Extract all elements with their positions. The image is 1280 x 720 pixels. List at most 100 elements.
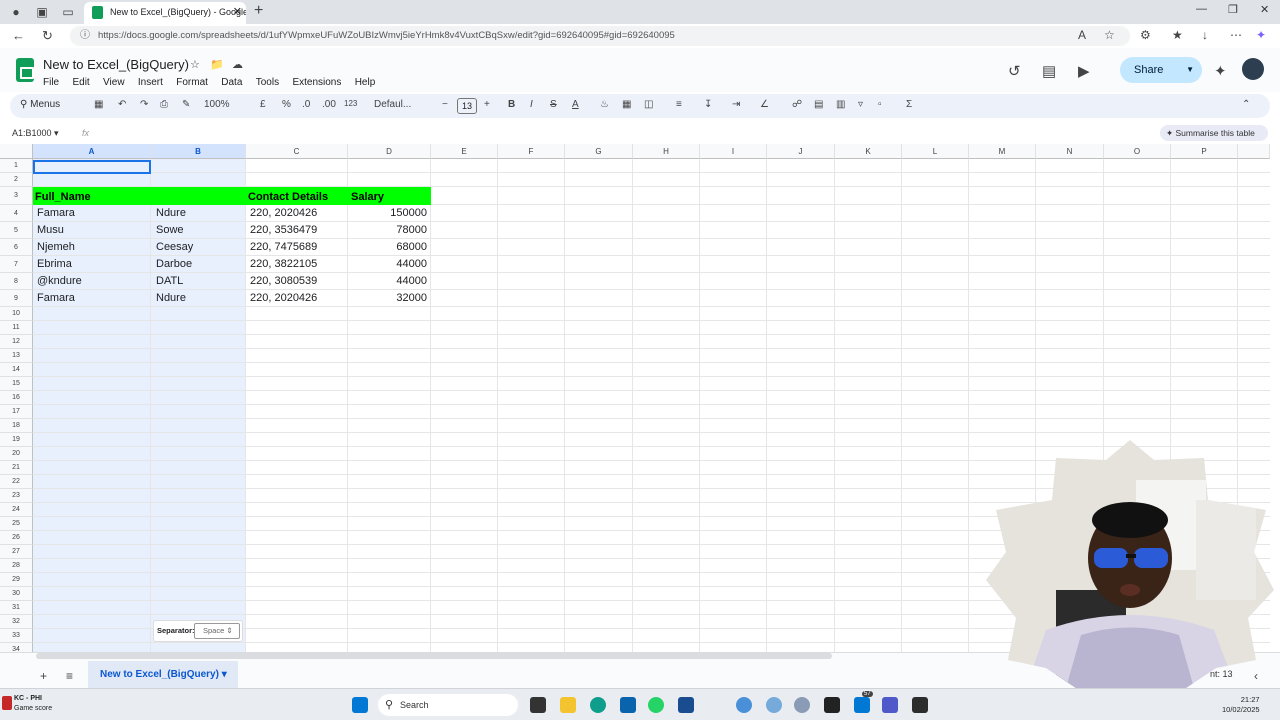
cell-b9[interactable]: Ndure xyxy=(154,290,244,307)
row-header-30[interactable]: 30 xyxy=(0,587,33,601)
bold-icon[interactable]: B xyxy=(508,99,515,110)
col-header-p[interactable]: P xyxy=(1171,144,1238,159)
sheet-tab-active[interactable]: New to Excel_(BigQuery) ▾ xyxy=(88,661,238,689)
valign-icon[interactable]: ↧ xyxy=(704,99,712,110)
col-header-f[interactable]: F xyxy=(498,144,565,159)
document-title[interactable]: New to Excel_(BigQuery) xyxy=(43,57,189,72)
cell-b8[interactable]: DATL xyxy=(154,273,244,290)
cell-d6[interactable]: 68000 xyxy=(351,239,429,256)
select-all-corner[interactable] xyxy=(0,144,33,159)
row-header-10[interactable]: 10 xyxy=(0,307,33,321)
col-header-m[interactable]: M xyxy=(969,144,1036,159)
increase-decimal-button[interactable]: .00 xyxy=(322,99,336,110)
widget-game-score[interactable]: KC - PHI Game score xyxy=(14,694,52,714)
row-header-23[interactable]: 23 xyxy=(0,489,33,503)
star-icon[interactable]: ☆ xyxy=(190,58,200,71)
cell-a5[interactable]: Musu xyxy=(35,222,151,239)
add-sheet-icon[interactable]: + xyxy=(40,669,47,683)
chart-icon[interactable]: ▥ xyxy=(836,99,845,110)
sheets-logo-icon[interactable] xyxy=(16,58,34,82)
todo-icon[interactable] xyxy=(854,697,870,713)
favorite-star-icon[interactable]: ☆ xyxy=(1104,28,1115,42)
strikethrough-icon[interactable]: S xyxy=(550,99,557,110)
align-icon[interactable]: ≡ xyxy=(676,99,682,110)
comment-icon[interactable]: ▤ xyxy=(814,99,823,110)
rstudio-icon[interactable] xyxy=(794,697,810,713)
minimize-icon[interactable]: — xyxy=(1196,3,1207,15)
row-header-24[interactable]: 24 xyxy=(0,503,33,517)
move-folder-icon[interactable]: 📁 xyxy=(210,58,224,71)
cell-a4[interactable]: Famara xyxy=(35,205,151,222)
filter-icon[interactable]: ▿ xyxy=(858,99,863,110)
col-header-e[interactable]: E xyxy=(431,144,498,159)
row-header-2[interactable]: 2 xyxy=(0,173,33,187)
terminal-icon[interactable] xyxy=(824,697,840,713)
row-header-21[interactable]: 21 xyxy=(0,461,33,475)
wrap-icon[interactable]: ⇥ xyxy=(732,99,740,110)
profile-icon[interactable]: ● xyxy=(8,4,24,20)
active-cell-a1[interactable] xyxy=(33,160,151,174)
comments-icon[interactable]: ▤ xyxy=(1042,62,1056,80)
cell-a8[interactable]: @kndure xyxy=(35,273,151,290)
text-color-icon[interactable]: A xyxy=(572,99,579,110)
menu-data[interactable]: Data xyxy=(221,77,242,88)
workspaces-icon[interactable]: ▣ xyxy=(34,4,50,20)
close-window-icon[interactable]: ✕ xyxy=(1260,3,1269,16)
row-header-7[interactable]: 7 xyxy=(0,256,33,273)
maximize-icon[interactable]: ❐ xyxy=(1228,3,1238,16)
read-aloud-icon[interactable]: A xyxy=(1078,28,1086,42)
italic-icon[interactable]: I xyxy=(530,99,533,110)
extensions-icon[interactable]: ⚙ xyxy=(1140,28,1151,42)
increase-font-icon[interactable]: + xyxy=(484,99,490,110)
collapse-toolbar-icon[interactable]: ⌃ xyxy=(1242,99,1250,110)
menu-view[interactable]: View xyxy=(103,77,125,88)
task-view-icon[interactable] xyxy=(530,697,546,713)
cell-d7[interactable]: 44000 xyxy=(351,256,429,273)
name-box[interactable]: A1:B1000 ▾ xyxy=(12,128,59,139)
fill-color-icon[interactable]: ♨ xyxy=(600,99,609,110)
row-header-4[interactable]: 4 xyxy=(0,205,33,222)
currency-button[interactable]: £ xyxy=(260,99,266,110)
site-info-icon[interactable]: ⓘ xyxy=(80,26,90,46)
font-select[interactable]: Defaul... xyxy=(374,99,411,110)
row-header-19[interactable]: 19 xyxy=(0,433,33,447)
decrease-font-icon[interactable]: − xyxy=(442,99,448,110)
row-header-15[interactable]: 15 xyxy=(0,377,33,391)
row-header-14[interactable]: 14 xyxy=(0,363,33,377)
decrease-decimal-button[interactable]: .0 xyxy=(302,99,310,110)
horizontal-scrollbar[interactable] xyxy=(36,653,832,659)
store-icon[interactable] xyxy=(678,697,694,713)
row-header-26[interactable]: 26 xyxy=(0,531,33,545)
cell-b7[interactable]: Darboe xyxy=(154,256,244,273)
share-dropdown-icon[interactable]: ▼ xyxy=(1186,57,1194,83)
more-menu-icon[interactable]: ⋯ xyxy=(1230,28,1242,42)
separator-select[interactable]: Space ⇕ xyxy=(194,623,240,639)
col-header-l[interactable]: L xyxy=(902,144,969,159)
redo-icon[interactable]: ↷ xyxy=(140,99,148,110)
cell-b6[interactable]: Ceesay xyxy=(154,239,244,256)
header-salary[interactable]: Salary xyxy=(351,191,384,203)
row-header-33[interactable]: 33 xyxy=(0,629,33,643)
all-sheets-icon[interactable]: ≡ xyxy=(66,669,73,683)
cell-b4[interactable]: Ndure xyxy=(154,205,244,222)
col-header-a[interactable]: A xyxy=(33,144,151,159)
row-header-12[interactable]: 12 xyxy=(0,335,33,349)
zoom-select[interactable]: 100% xyxy=(204,99,230,110)
cell-c5[interactable]: 220, 3536479 xyxy=(248,222,346,239)
borders-icon[interactable]: ▦ xyxy=(622,99,631,110)
browser-tab-active[interactable]: New to Excel_(BigQuery) - Google ✕ xyxy=(84,2,246,24)
menu-edit[interactable]: Edit xyxy=(72,77,89,88)
row-header-31[interactable]: 31 xyxy=(0,601,33,615)
col-header-j[interactable]: J xyxy=(767,144,835,159)
cell-a6[interactable]: Njemeh xyxy=(35,239,151,256)
print-icon[interactable]: ⎙ xyxy=(160,99,168,110)
app-icon[interactable] xyxy=(736,697,752,713)
cell-c6[interactable]: 220, 7475689 xyxy=(248,239,346,256)
row-header-3[interactable]: 3 xyxy=(0,187,33,205)
downloads-icon[interactable]: ↓ xyxy=(1202,28,1208,42)
teams-icon[interactable] xyxy=(882,697,898,713)
outlook-icon[interactable] xyxy=(620,697,636,713)
cell-d8[interactable]: 44000 xyxy=(351,273,429,290)
row-header-5[interactable]: 5 xyxy=(0,222,33,239)
start-icon[interactable] xyxy=(352,697,368,713)
